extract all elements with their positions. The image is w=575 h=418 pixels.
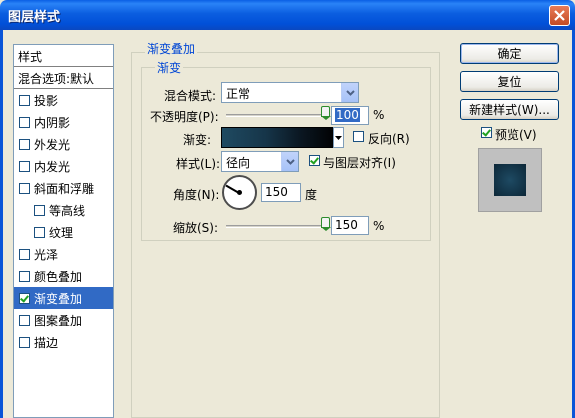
- opacity-slider-track[interactable]: [226, 114, 326, 117]
- chevron-down-icon: [341, 83, 358, 102]
- close-icon: [554, 10, 565, 21]
- blend-mode-label: 混合模式:: [164, 89, 217, 103]
- scale-unit: %: [373, 219, 385, 233]
- style-preview: [478, 148, 542, 212]
- style-list-header[interactable]: 样式: [14, 45, 113, 67]
- style-item-label: 图案叠加: [34, 313, 83, 328]
- style-item-checkbox[interactable]: [19, 116, 30, 128]
- opacity-input[interactable]: 100: [331, 106, 369, 125]
- window-title: 图层样式: [8, 10, 61, 25]
- gradient-label: 渐变:: [183, 133, 212, 147]
- style-item-checkbox[interactable]: [19, 160, 30, 172]
- style-item-label: 光泽: [34, 247, 59, 262]
- angle-dial-center: [237, 190, 242, 195]
- style-item-label: 外发光: [34, 137, 71, 152]
- style-value: 径向: [226, 156, 251, 170]
- close-button[interactable]: [549, 5, 570, 26]
- angle-dial[interactable]: [222, 175, 257, 210]
- scale-input[interactable]: 150: [331, 216, 369, 235]
- opacity-label: 不透明度(P):: [150, 110, 219, 124]
- blend-mode-value: 正常: [226, 87, 251, 101]
- scale-value: 150: [335, 218, 358, 232]
- style-item[interactable]: 斜面和浮雕: [14, 177, 113, 199]
- angle-value: 150: [265, 185, 288, 199]
- chevron-down-icon: [281, 152, 298, 171]
- style-item[interactable]: 内发光: [14, 155, 113, 177]
- gradient-dropdown-button[interactable]: [333, 127, 344, 148]
- style-item-label: 内阴影: [34, 115, 71, 130]
- preview-swatch: [494, 164, 526, 196]
- style-item-label: 渐变叠加: [34, 291, 83, 306]
- style-item[interactable]: 颜色叠加: [14, 265, 113, 287]
- style-item[interactable]: 描边: [14, 331, 113, 353]
- style-item[interactable]: 图案叠加: [14, 309, 113, 331]
- scale-label: 缩放(S):: [173, 221, 219, 235]
- blend-options-item[interactable]: 混合选项:默认: [14, 67, 113, 89]
- gradient-overlay-title: 渐变叠加: [145, 40, 198, 57]
- blend-mode-select[interactable]: 正常: [221, 82, 359, 103]
- angle-label: 角度(N):: [173, 188, 220, 202]
- style-item-label: 描边: [34, 335, 59, 350]
- style-item[interactable]: 光泽: [14, 243, 113, 265]
- style-item-label: 斜面和浮雕: [34, 181, 95, 196]
- style-item-checkbox[interactable]: [34, 226, 45, 238]
- preview-label[interactable]: 预览(V): [495, 126, 537, 143]
- style-item-label: 投影: [34, 93, 59, 108]
- style-label: 样式(L):: [176, 157, 221, 171]
- style-item-checkbox[interactable]: [19, 248, 30, 260]
- style-select[interactable]: 径向: [221, 151, 299, 172]
- angle-unit: 度: [305, 188, 318, 202]
- style-item[interactable]: 投影: [14, 89, 113, 111]
- style-item[interactable]: 外发光: [14, 133, 113, 155]
- align-with-layer-checkbox[interactable]: [309, 155, 320, 166]
- style-list: 样式 混合选项:默认 投影内阴影外发光内发光斜面和浮雕等高线纹理光泽颜色叠加渐变…: [13, 44, 114, 418]
- new-style-button[interactable]: 新建样式(W)...: [460, 99, 559, 120]
- scale-slider-track[interactable]: [226, 225, 326, 228]
- style-item-checkbox[interactable]: [34, 204, 45, 216]
- style-item-checkbox[interactable]: [19, 138, 30, 150]
- style-item-label: 纹理: [49, 225, 74, 240]
- scale-slider-thumb[interactable]: [321, 217, 331, 231]
- align-with-layer-label[interactable]: 与图层对齐(I): [323, 154, 396, 171]
- title-bar[interactable]: 图层样式: [0, 0, 575, 30]
- reverse-label[interactable]: 反向(R): [368, 130, 410, 147]
- chevron-down-icon: [335, 135, 342, 140]
- style-item[interactable]: 内阴影: [14, 111, 113, 133]
- angle-input[interactable]: 150: [261, 183, 301, 202]
- preview-checkbox[interactable]: [481, 127, 492, 138]
- gradient-subgroup-title: 渐变: [155, 59, 184, 76]
- reverse-checkbox[interactable]: [353, 131, 364, 142]
- style-item-checkbox[interactable]: [19, 336, 30, 348]
- style-item-checkbox[interactable]: [19, 292, 30, 304]
- style-item-label: 等高线: [49, 203, 86, 218]
- style-item-checkbox[interactable]: [19, 270, 30, 282]
- style-item-label: 内发光: [34, 159, 71, 174]
- ok-button[interactable]: 确定: [460, 43, 559, 64]
- style-item-checkbox[interactable]: [19, 182, 30, 194]
- style-item[interactable]: 渐变叠加: [14, 287, 113, 309]
- opacity-slider-thumb[interactable]: [321, 106, 331, 120]
- style-item[interactable]: 纹理: [14, 221, 113, 243]
- style-item-checkbox[interactable]: [19, 314, 30, 326]
- style-item[interactable]: 等高线: [14, 199, 113, 221]
- style-item-label: 颜色叠加: [34, 269, 83, 284]
- gradient-picker[interactable]: [221, 127, 333, 148]
- reset-button[interactable]: 复位: [460, 71, 559, 92]
- opacity-value: 100: [335, 108, 360, 122]
- opacity-unit: %: [373, 108, 385, 122]
- style-item-checkbox[interactable]: [19, 94, 30, 106]
